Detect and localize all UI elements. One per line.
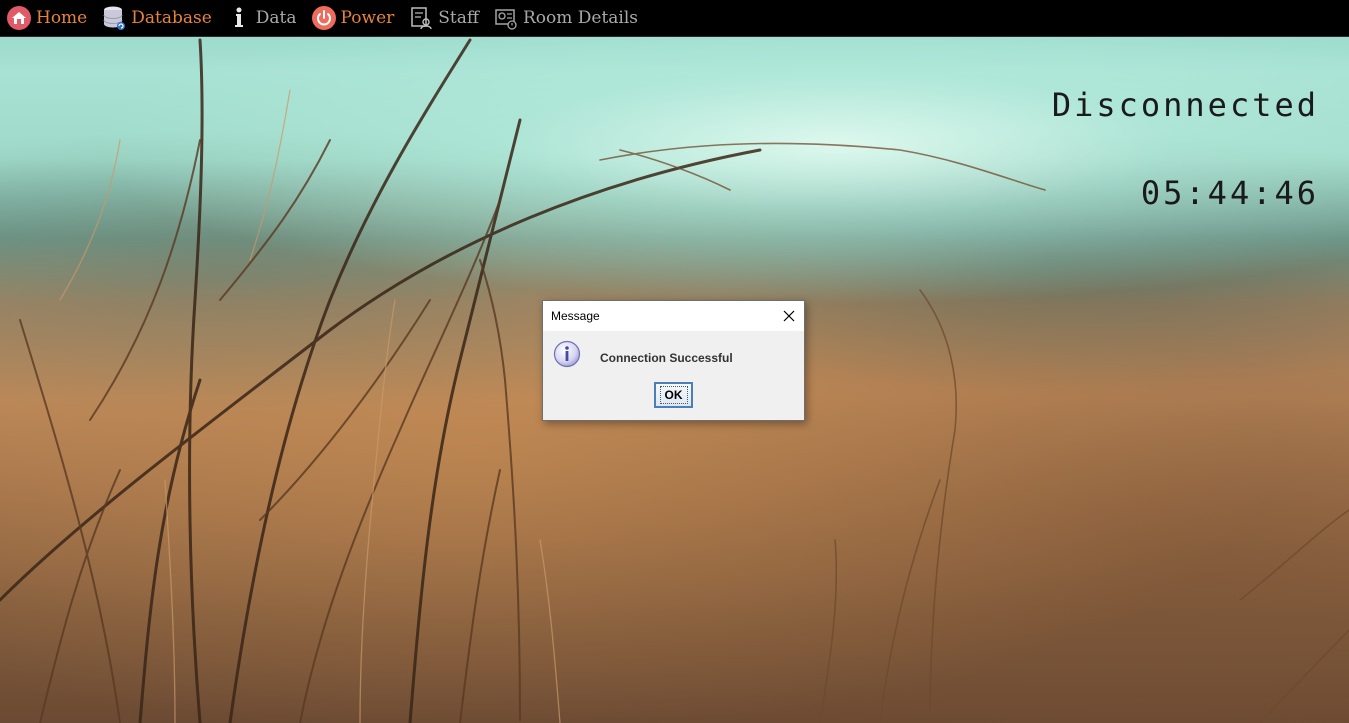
message-dialog: Message Connection Successful OK xyxy=(542,300,805,421)
nav-home[interactable]: Home xyxy=(6,0,87,37)
nav-staff[interactable]: Staff xyxy=(408,0,479,37)
dialog-title: Message xyxy=(551,309,600,323)
nav-power-label: Power xyxy=(340,8,395,28)
dialog-body: Connection Successful OK xyxy=(543,331,804,420)
connection-status-label: Disconnected xyxy=(1051,86,1319,124)
top-navigation-bar: Home Database Data Power Staff Room Deta… xyxy=(0,0,1349,37)
nav-room-details-label: Room Details xyxy=(522,8,639,28)
nav-database-label: Database xyxy=(131,8,212,28)
nav-database[interactable]: Database xyxy=(101,0,212,37)
home-icon xyxy=(6,5,32,31)
information-icon xyxy=(553,340,581,368)
info-icon xyxy=(226,5,252,31)
ok-button-label: OK xyxy=(659,386,688,404)
nav-home-label: Home xyxy=(36,8,88,28)
room-details-icon xyxy=(493,5,519,31)
dialog-message: Connection Successful xyxy=(600,351,733,365)
nav-room-details[interactable]: Room Details xyxy=(493,0,638,37)
dialog-titlebar[interactable]: Message xyxy=(543,301,804,331)
nav-staff-label: Staff xyxy=(438,8,479,28)
application-window: Home Database Data Power Staff Room Deta… xyxy=(0,0,1349,723)
close-button[interactable] xyxy=(774,301,804,331)
clock-display: 05:44:46 xyxy=(1140,174,1319,212)
staff-icon xyxy=(408,5,434,31)
close-icon xyxy=(783,310,795,322)
ok-button[interactable]: OK xyxy=(654,382,693,408)
database-icon xyxy=(101,5,127,31)
nav-power[interactable]: Power xyxy=(311,0,395,37)
nav-data[interactable]: Data xyxy=(226,0,297,37)
power-icon xyxy=(311,5,337,31)
nav-data-label: Data xyxy=(255,8,297,28)
